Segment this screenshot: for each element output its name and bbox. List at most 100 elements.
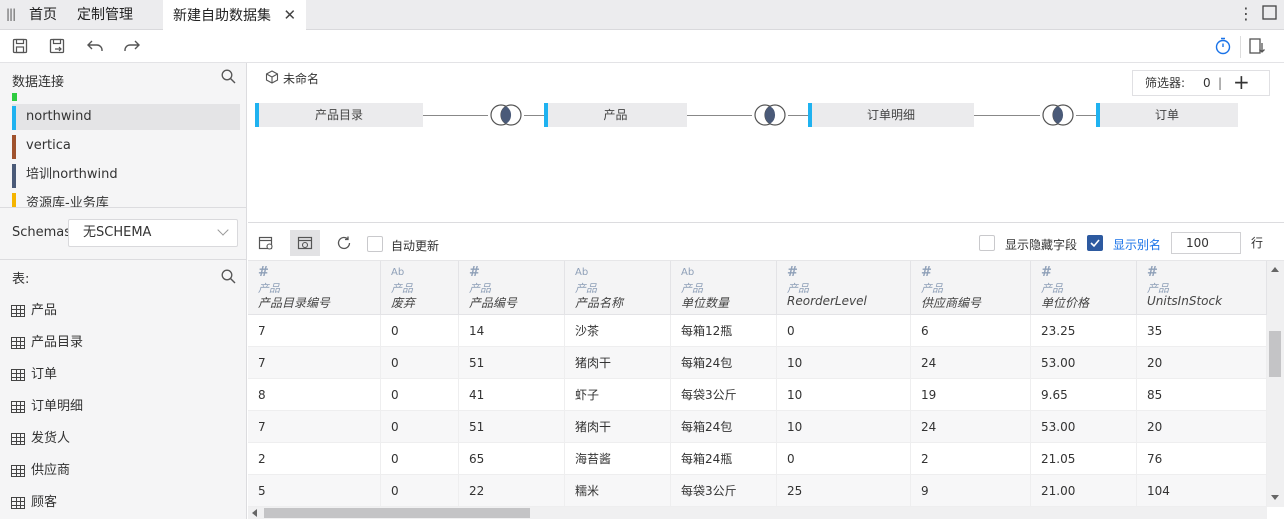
row-count-input[interactable] — [1171, 232, 1241, 254]
table-row[interactable]: 7 0 51 猪肉干 每箱24包 10 24 53.00 20 — [248, 347, 1267, 379]
tab-new-dataset[interactable]: 新建自助数据集 ✕ — [163, 0, 307, 30]
scroll-down-icon[interactable] — [1271, 495, 1279, 500]
left-panel: 数据连接 northwind vertica 培训northwind 资源库-业… — [0, 63, 247, 519]
node-accent — [255, 103, 259, 127]
save-as-icon[interactable] — [46, 36, 68, 56]
more-vertical-icon[interactable]: ⋮ — [1238, 4, 1254, 23]
number-type-icon: # — [787, 265, 798, 280]
table-cell: 2 — [248, 443, 381, 475]
table-item[interactable]: 发货人 — [11, 429, 70, 449]
export-icon[interactable] — [1246, 36, 1268, 56]
schema-select[interactable]: 无SCHEMA — [68, 219, 238, 247]
column-header[interactable]: Ab 产品 产品名称 — [565, 261, 671, 315]
horizontal-scrollbar[interactable] — [248, 507, 1267, 519]
tab-bar: ||| 首页 定制管理 新建自助数据集 ✕ ⋮ — [0, 0, 1284, 30]
settings-view-icon[interactable] — [252, 230, 280, 256]
table-row[interactable]: 5 0 22 糯米 每袋3公斤 25 9 21.00 104 — [248, 475, 1267, 507]
data-preview-icon[interactable] — [290, 230, 320, 256]
table-cell: 每袋3公斤 — [671, 475, 777, 507]
table-cell: 25 — [777, 475, 911, 507]
column-header[interactable]: Ab 产品 单位数量 — [671, 261, 777, 315]
table-item[interactable]: 产品 — [11, 301, 57, 321]
column-header[interactable]: Ab 产品 废弃 — [381, 261, 459, 315]
tab-home[interactable]: 首页 — [29, 0, 57, 30]
table-row[interactable]: 7 0 14 沙茶 每箱12瓶 0 6 23.25 35 — [248, 315, 1267, 347]
join-canvas: 未命名 筛选器: 0 | + 产品目录 产品 订单明细 订单 — [248, 63, 1284, 223]
column-header[interactable]: # 产品 UnitsInStock — [1137, 261, 1267, 315]
table-cell: 猪肉干 — [565, 411, 671, 443]
tab-custom-management[interactable]: 定制管理 — [77, 0, 133, 30]
auto-update-label: 自动更新 — [391, 239, 440, 253]
vertical-scrollbar[interactable] — [1267, 261, 1284, 507]
connection-item[interactable] — [12, 93, 240, 101]
search-icon[interactable] — [221, 69, 237, 85]
scroll-left-icon[interactable] — [252, 509, 257, 517]
table-cell: 0 — [777, 443, 911, 475]
table-row[interactable]: 7 0 51 猪肉干 每箱24包 10 24 53.00 20 — [248, 411, 1267, 443]
node-label: 产品目录 — [314, 108, 363, 122]
search-icon[interactable] — [221, 269, 237, 285]
table-icon — [11, 433, 25, 445]
table-node-order-details[interactable]: 订单明细 — [808, 103, 974, 127]
table-node-product[interactable]: 产品 — [544, 103, 687, 127]
timer-icon[interactable] — [1212, 36, 1234, 56]
table-cell: 糯米 — [565, 475, 671, 507]
table-cell: 0 — [381, 315, 459, 347]
table-item[interactable]: 订单明细 — [11, 397, 83, 417]
grid-header: # 产品 产品目录编号 Ab 产品 废弃 # 产品 产品编号 Ab 产品 产品名称 Ab 产品 单位数量 # 产… — [248, 261, 1267, 315]
connection-label: 培训northwind — [26, 167, 118, 182]
menu-icon[interactable]: ||| — [6, 7, 16, 21]
scroll-up-icon[interactable] — [1271, 267, 1279, 272]
join-line — [974, 115, 1040, 116]
column-header[interactable]: # 产品 产品目录编号 — [248, 261, 381, 315]
table-item[interactable]: 订单 — [11, 365, 57, 385]
dataset-name-label: 未命名 — [283, 72, 320, 86]
table-cell: 7 — [248, 411, 381, 443]
column-header[interactable]: # 产品 ReorderLevel — [777, 261, 911, 315]
connection-item-vertica[interactable]: vertica — [12, 133, 240, 159]
close-icon[interactable]: ✕ — [283, 0, 296, 30]
table-cell: 9 — [911, 475, 1031, 507]
cube-icon — [265, 70, 279, 84]
toolbar-divider — [1240, 36, 1241, 58]
table-node-orders[interactable]: 订单 — [1096, 103, 1238, 127]
schema-select-value: 无SCHEMA — [83, 225, 152, 240]
table-cell: 猪肉干 — [565, 347, 671, 379]
refresh-icon[interactable] — [330, 230, 358, 256]
horizontal-scroll-thumb[interactable] — [264, 508, 530, 518]
table-item[interactable]: 顾客 — [11, 493, 57, 513]
table-row[interactable]: 2 0 65 海苔酱 每箱24瓶 0 2 21.05 76 — [248, 443, 1267, 475]
dataset-name[interactable]: 未命名 — [265, 70, 319, 87]
add-filter-button[interactable]: + — [1233, 70, 1250, 94]
vertical-scroll-thumb[interactable] — [1269, 331, 1281, 377]
connection-label: northwind — [26, 109, 92, 124]
table-node-product-category[interactable]: 产品目录 — [255, 103, 423, 127]
join-icon[interactable] — [488, 103, 524, 127]
table-cell: 21.05 — [1031, 443, 1137, 475]
join-icon[interactable] — [1040, 103, 1076, 127]
redo-icon[interactable] — [121, 36, 143, 56]
column-header[interactable]: # 产品 供应商编号 — [911, 261, 1031, 315]
table-item-label: 顾客 — [31, 495, 58, 510]
connection-color-bar — [12, 93, 17, 101]
table-icon — [11, 497, 25, 509]
join-icon[interactable] — [752, 103, 788, 127]
table-icon — [11, 401, 25, 413]
table-icon — [11, 305, 25, 317]
column-header[interactable]: # 产品 产品编号 — [459, 261, 565, 315]
connection-item-northwind[interactable]: northwind — [12, 104, 240, 130]
table-row[interactable]: 8 0 41 虾子 每袋3公斤 10 19 9.65 85 — [248, 379, 1267, 411]
save-icon[interactable] — [9, 36, 31, 56]
column-header[interactable]: # 产品 单位价格 — [1031, 261, 1137, 315]
show-alias-checkbox[interactable] — [1087, 235, 1103, 251]
connection-item-training-northwind[interactable]: 培训northwind — [12, 162, 240, 188]
table-cell: 24 — [911, 347, 1031, 379]
table-item[interactable]: 供应商 — [11, 461, 70, 481]
auto-update-checkbox[interactable] — [367, 236, 383, 252]
show-hidden-checkbox[interactable] — [979, 235, 995, 251]
connection-item-repository[interactable]: 资源库-业务库 — [12, 191, 240, 207]
maximize-icon[interactable] — [1262, 5, 1277, 24]
column-name: 单位价格 — [1041, 296, 1090, 310]
table-item[interactable]: 产品目录 — [11, 333, 83, 353]
undo-icon[interactable] — [84, 36, 106, 56]
